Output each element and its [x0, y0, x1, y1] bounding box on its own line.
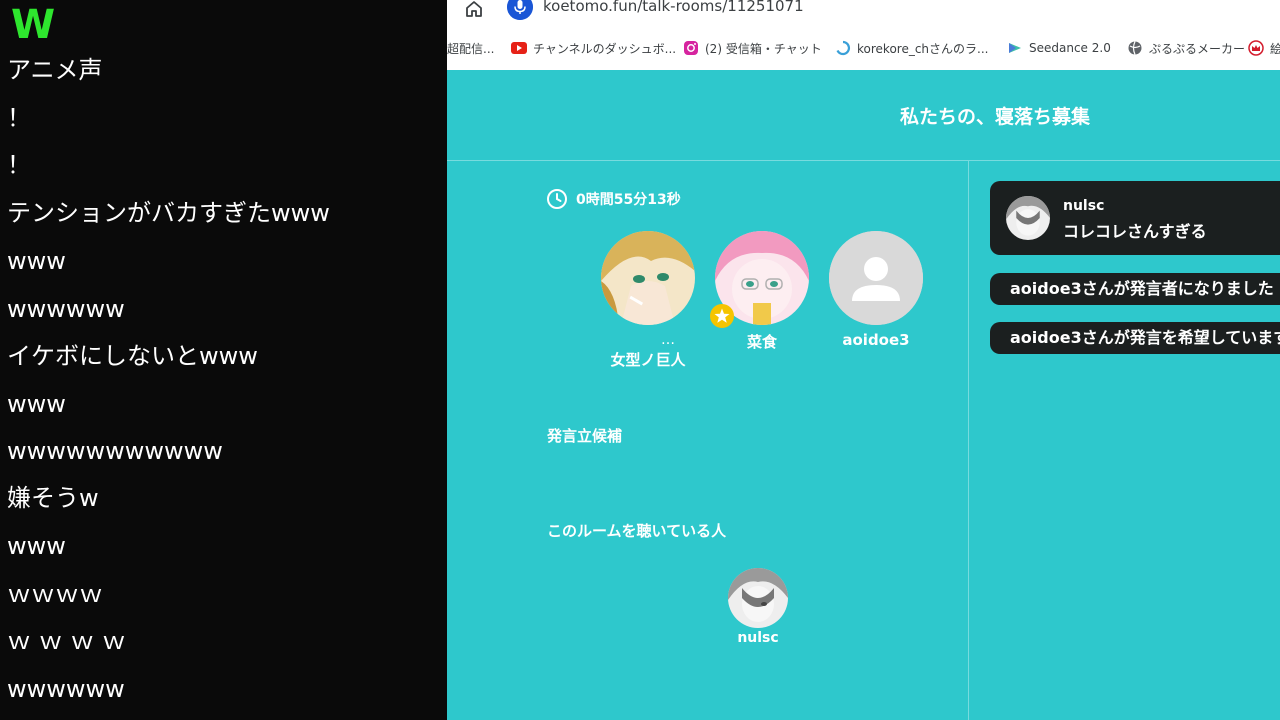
overlay-logo: W [11, 2, 56, 48]
bookmark-item[interactable]: 超配信... [447, 38, 494, 58]
comment-line: 嫌そうw [7, 484, 99, 512]
chat-text: コレコレさんすぎる [1063, 222, 1207, 241]
speaker-card[interactable]: … 女型ノ巨人 [601, 231, 695, 370]
crown-icon [1248, 40, 1264, 56]
bookmark-item[interactable]: チャンネルのダッシュボ... [511, 38, 676, 58]
comment-line: ！ [7, 151, 31, 179]
system-message: aoidoe3さんが発言を希望しています [990, 322, 1280, 354]
seedance-icon [1009, 43, 1021, 53]
speaker-name: aoidoe3 [842, 331, 910, 349]
bookmark-item[interactable]: ぷるぷるメーカー [1127, 38, 1245, 58]
bookmark-label: 超配信... [447, 41, 495, 56]
bookmark-label: (2) 受信箱・チャット [705, 41, 822, 56]
avatar [1006, 196, 1050, 240]
speaker-name: 菜食 [746, 333, 777, 351]
comment-line: ！ [7, 104, 31, 132]
bookmark-item[interactable]: Seedance 2.0 [1007, 38, 1111, 58]
youtube-icon [511, 42, 527, 54]
elapsed-timer: 0時間55分13秒 [546, 188, 681, 210]
comment-line: イケボにしないとwww [7, 342, 258, 370]
address-bar[interactable]: koetomo.fun/talk-rooms/11251071 [543, 0, 804, 15]
comment-line: アニメ声 [7, 56, 103, 84]
bookmark-label: 絵 [1270, 41, 1280, 56]
bookmark-item[interactable]: korekore_chさんのラ... [835, 38, 988, 58]
listener-name: nulsc [737, 630, 779, 646]
browser-chrome: koetomo.fun/talk-rooms/11251071 超配信... チ… [447, 0, 1280, 70]
room-title: 私たちの、寝落ち募集 [899, 105, 1090, 128]
listeners-heading: このルームを聴いている人 [547, 522, 727, 540]
comment-line: ｗ ｗ ｗ ｗ [7, 627, 126, 655]
avatar [601, 231, 695, 325]
listener-card[interactable]: nulsc [728, 568, 788, 646]
bookmark-label: ぷるぷるメーカー [1149, 41, 1246, 56]
instagram-icon [684, 41, 698, 55]
comment-line: www [7, 532, 66, 560]
comment-line: www [7, 390, 66, 418]
comment-line: テンションがバカすぎたwww [7, 199, 330, 227]
panel-divider [968, 161, 969, 720]
bookmark-label: Seedance 2.0 [1029, 41, 1111, 55]
spinner-icon [836, 40, 851, 56]
home-icon[interactable] [463, 0, 485, 20]
chat-message: nulsc コレコレさんすぎる [990, 181, 1280, 255]
clock-icon [547, 189, 567, 209]
bookmark-label: korekore_chさんのラ... [857, 41, 989, 56]
chat-username: nulsc [1063, 198, 1105, 214]
speaker-card[interactable]: aoidoe3 [829, 231, 923, 349]
default-avatar-icon [829, 231, 923, 325]
globe-icon [1128, 41, 1142, 55]
comment-line: ｗｗｗｗ [7, 580, 103, 608]
system-message: aoidoe3さんが発言者になりました [990, 273, 1280, 305]
comment-line: wwwwww [7, 295, 125, 323]
header-divider [447, 160, 1280, 161]
timer-text: 0時間55分13秒 [576, 192, 681, 208]
comment-line: www [7, 247, 66, 275]
bookmark-item[interactable]: 絵 [1248, 38, 1280, 58]
bookmark-item[interactable]: (2) 受信箱・チャット [683, 38, 822, 58]
speaker-name: 女型ノ巨人 [610, 351, 686, 369]
candidates-heading: 発言立候補 [547, 427, 623, 445]
avatar [728, 568, 788, 628]
microphone-icon[interactable] [507, 0, 533, 20]
speaker-card[interactable]: 菜食 [710, 231, 809, 352]
comment-overlay: W アニメ声 ！ ！ テンションがバカすぎたwww www wwwwww イケボ… [0, 0, 447, 720]
host-star-icon [710, 304, 734, 328]
comment-line: wwwwwwwwwww [7, 437, 223, 465]
bookmark-label: チャンネルのダッシュボ... [533, 41, 677, 56]
more-indicator[interactable]: … [601, 333, 695, 347]
comment-line: wwwwww [7, 675, 125, 703]
